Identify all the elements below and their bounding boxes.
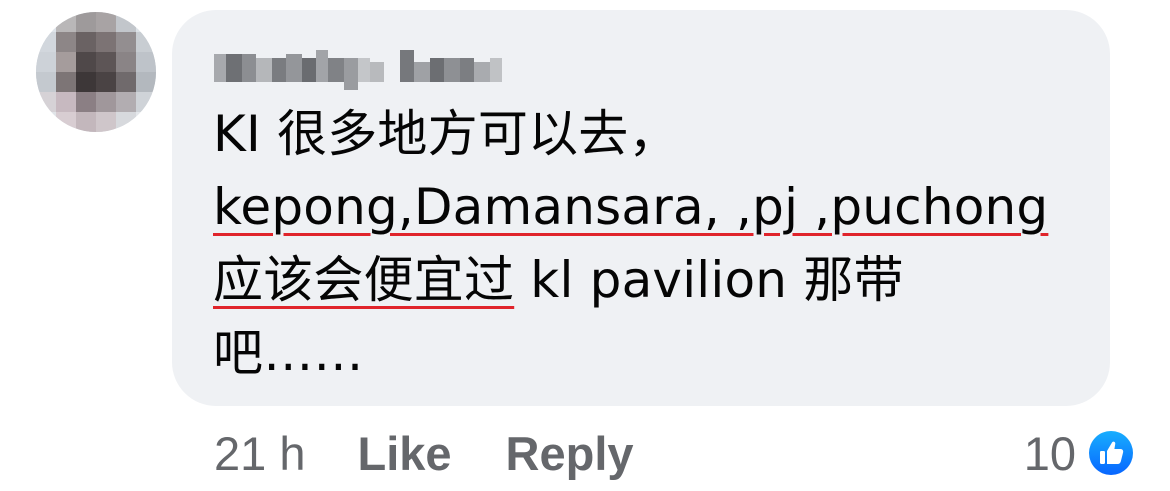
underlined-places: kepong,Damansara, ,pj ,puchong	[213, 178, 1049, 236]
comment-line-1: KI 很多地方可以去，	[213, 105, 679, 163]
author-name-redacted[interactable]	[214, 40, 504, 94]
pixelated-name-icon	[214, 50, 502, 90]
comment-line-2: kepong,Damansara, ,pj ,puchong	[213, 171, 1093, 244]
comment-line-3-rest: kl pavilion 那带	[514, 251, 904, 309]
underlined-cheaper: 应该会便宜过	[213, 251, 515, 309]
like-thumb-icon	[1086, 428, 1136, 478]
comment-actions: 21 h Like Reply	[214, 420, 634, 486]
reaction-count: 10	[1023, 426, 1076, 480]
reactions-summary[interactable]: 10	[1024, 420, 1136, 486]
timestamp[interactable]: 21 h	[214, 426, 305, 481]
like-button[interactable]: Like	[357, 426, 451, 481]
comment-line-3: 应该会便宜过 kl pavilion 那带	[213, 244, 1093, 317]
comment-text: KI 很多地方可以去， kepong,Damansara, ,pj ,pucho…	[213, 98, 1093, 390]
pixelated-avatar-icon	[36, 12, 156, 132]
avatar[interactable]	[36, 12, 156, 132]
comment-line-4: 吧……	[213, 324, 364, 382]
reply-button[interactable]: Reply	[506, 426, 634, 481]
